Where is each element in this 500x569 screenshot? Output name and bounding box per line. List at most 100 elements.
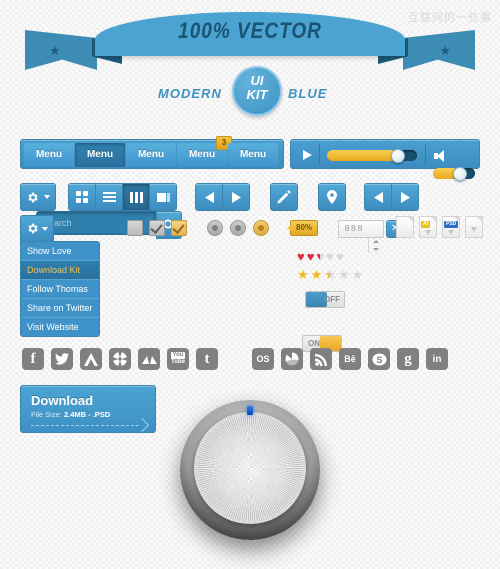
settings-button[interactable]	[20, 183, 56, 211]
edit-button[interactable]	[270, 183, 298, 211]
file-blank-icon[interactable]	[396, 216, 414, 238]
menu-item-label: Menu	[239, 149, 267, 160]
play-button[interactable]	[295, 144, 320, 166]
heart-icon-empty[interactable]: ♥	[336, 250, 344, 263]
download-button[interactable]: Download File Size: 2.4MB - .PSD	[20, 385, 156, 433]
facebook-glyph: f	[30, 350, 36, 367]
heart-icon-half[interactable]: ♥	[316, 250, 324, 263]
file-download-icon[interactable]	[465, 216, 483, 238]
dribbble-icon[interactable]	[109, 348, 131, 370]
radio-gray-2[interactable]	[230, 220, 246, 236]
menu-item-5[interactable]: Menu	[228, 143, 278, 167]
number-stepper[interactable]: 888	[338, 220, 384, 253]
progress-slider-handle[interactable]	[391, 149, 406, 163]
appnet-icon[interactable]	[80, 348, 102, 370]
rss-glyph	[310, 348, 332, 370]
toggle-switch-off[interactable]: OFF	[305, 291, 345, 308]
volume-slider[interactable]	[433, 167, 475, 181]
checkbox-checked[interactable]	[149, 220, 165, 236]
navigation-arrows-group	[195, 183, 250, 211]
ribbon-tail-right: ★	[403, 30, 475, 70]
menu-item-label: Menu	[188, 149, 216, 160]
behance-icon[interactable]: Bē	[339, 348, 361, 370]
youtube-icon[interactable]: You Tube	[167, 348, 189, 370]
view-list-button[interactable]	[96, 184, 123, 210]
star-rating[interactable]: ★ ★ ★ ★ ★	[297, 268, 365, 281]
dropdown-menu: Show Love Download Kit Follow Thomas Sha…	[20, 215, 100, 337]
social-icons-row-2: OS Bē S g in	[252, 348, 455, 370]
checkbox-unchecked[interactable]	[127, 220, 143, 236]
next-button-2[interactable]	[392, 184, 418, 210]
arrow-right-icon	[134, 417, 150, 433]
speaker-icon[interactable]	[434, 150, 446, 162]
skype-glyph: S	[368, 348, 390, 370]
location-button[interactable]	[318, 183, 346, 211]
dropdown-trigger[interactable]	[20, 215, 54, 241]
previous-button-2[interactable]	[365, 184, 392, 210]
menu-item-2[interactable]: Menu	[75, 143, 125, 167]
heart-icon-filled[interactable]: ♥	[297, 250, 305, 263]
knob-face	[194, 412, 306, 524]
file-ai-icon[interactable]: AI	[419, 216, 437, 238]
progress-slider[interactable]	[327, 149, 417, 163]
linkedin-icon[interactable]: in	[426, 348, 448, 370]
pencil-icon	[271, 184, 297, 210]
lastfm-icon[interactable]: OS	[252, 348, 274, 370]
ui-kit-badge: UI KIT	[232, 66, 282, 116]
radio-orange[interactable]	[253, 220, 269, 236]
arrow-right-icon	[223, 184, 249, 210]
title-blue: BLUE	[288, 86, 328, 101]
heart-icon-empty[interactable]: ♥	[326, 250, 334, 263]
map-pin-icon	[319, 184, 345, 210]
dropdown-item-show-love[interactable]: Show Love	[21, 242, 99, 261]
facebook-icon[interactable]: f	[22, 348, 44, 370]
rss-icon[interactable]	[310, 348, 332, 370]
download-arrow-icon	[425, 230, 431, 235]
heart-rating[interactable]: ♥ ♥ ♥ ♥ ♥	[297, 250, 346, 263]
skype-icon[interactable]: S	[368, 348, 390, 370]
stepper-increment[interactable]	[369, 237, 383, 245]
volume-slider-handle[interactable]	[453, 167, 468, 181]
radio-gray-1[interactable]	[207, 220, 223, 236]
star-icon-filled[interactable]: ★	[297, 268, 309, 281]
tumblr-icon[interactable]: t	[196, 348, 218, 370]
view-columns-button[interactable]	[123, 184, 150, 210]
heart-icon-filled[interactable]: ♥	[307, 250, 315, 263]
radio-dot-icon	[212, 225, 218, 231]
star-icon: ★	[49, 43, 61, 58]
arrow-left-icon	[196, 184, 222, 210]
view-grid-button[interactable]	[69, 184, 96, 210]
chevron-down-icon	[44, 195, 50, 199]
view-gallery-button[interactable]	[150, 184, 176, 210]
stepper-value: 888	[344, 224, 364, 234]
next-button[interactable]	[223, 184, 249, 210]
dropdown-item-download-kit[interactable]: Download Kit	[21, 261, 99, 280]
menu-item-1[interactable]: Menu	[24, 143, 74, 167]
menu-item-4[interactable]: Menu 3	[177, 136, 232, 167]
twitter-icon[interactable]	[51, 348, 73, 370]
star-icon-empty[interactable]: ★	[338, 268, 350, 281]
gear-icon	[21, 216, 53, 241]
star-icon-empty[interactable]: ★	[352, 268, 364, 281]
star-icon-filled[interactable]: ★	[311, 268, 323, 281]
menu-item-label: Menu	[137, 149, 165, 160]
google-icon[interactable]: g	[397, 348, 419, 370]
volume-knob[interactable]	[180, 400, 320, 540]
lastfm-glyph: OS	[256, 354, 270, 364]
star-icon-half[interactable]: ★	[324, 268, 336, 281]
stepper-decrement[interactable]	[369, 245, 383, 253]
download-subtitle-prefix: File Size:	[31, 410, 64, 419]
file-psd-icon[interactable]: PSD	[442, 216, 460, 238]
dropdown-item-share-on-twitter[interactable]: Share on Twitter	[21, 299, 99, 318]
previous-button[interactable]	[196, 184, 223, 210]
picasa-icon[interactable]	[281, 348, 303, 370]
twitter-glyph	[51, 348, 73, 370]
menu-item-3[interactable]: Menu	[126, 143, 176, 167]
dropdown-item-follow-thomas[interactable]: Follow Thomas	[21, 280, 99, 299]
google-glyph: g	[404, 350, 412, 367]
checkbox-checked-orange[interactable]	[171, 220, 187, 236]
deviantart-icon[interactable]	[138, 348, 160, 370]
dropdown-item-visit-website[interactable]: Visit Website	[21, 318, 99, 336]
appnet-glyph	[80, 348, 102, 370]
download-subtitle: File Size: 2.4MB - .PSD	[31, 410, 110, 419]
